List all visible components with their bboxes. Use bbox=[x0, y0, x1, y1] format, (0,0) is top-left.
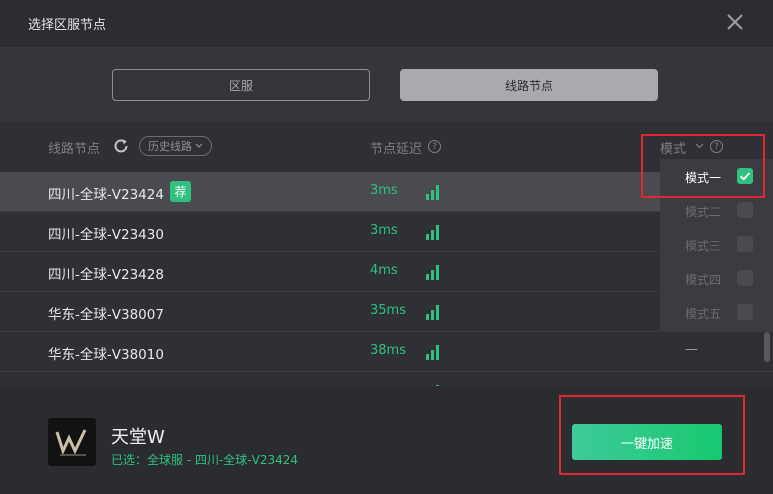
mode-option-label: 模式一 bbox=[685, 171, 722, 185]
mode-checkbox[interactable] bbox=[737, 236, 753, 252]
node-name: 华东-全球-V38007 bbox=[48, 307, 164, 323]
signal-strength-icon bbox=[426, 225, 439, 240]
latency-help-icon[interactable]: ? bbox=[428, 140, 441, 153]
mode-option-2[interactable]: 模式二 bbox=[660, 193, 773, 227]
node-latency: 4ms bbox=[370, 263, 398, 278]
table-row[interactable]: 四川-全球-V23428 4ms bbox=[0, 252, 773, 292]
mode-option-5[interactable]: 模式五 bbox=[660, 295, 773, 329]
refresh-icon[interactable] bbox=[112, 137, 130, 155]
mode-checkbox[interactable] bbox=[737, 202, 753, 218]
game-logo-icon bbox=[48, 418, 96, 466]
mode-checkbox[interactable] bbox=[737, 304, 753, 320]
node-name: 四川-全球-V23424 bbox=[48, 187, 164, 203]
table-row[interactable]: 华东-全球-V38007 35ms bbox=[0, 292, 773, 332]
node-latency: 38ms bbox=[370, 343, 406, 358]
node-latency: 3ms bbox=[370, 223, 398, 238]
mode-option-1[interactable]: 模式一 bbox=[660, 159, 773, 193]
node-latency: 35ms bbox=[370, 303, 406, 318]
signal-strength-icon bbox=[426, 345, 439, 360]
node-latency: 3ms bbox=[370, 183, 398, 198]
table-row[interactable] bbox=[0, 372, 773, 386]
tab-bar: 区服 线路节点 bbox=[0, 48, 773, 122]
node-column-header: 线路节点 bbox=[48, 142, 101, 157]
scrollbar-thumb[interactable] bbox=[764, 332, 770, 362]
mode-checkbox[interactable] bbox=[737, 168, 753, 184]
mode-option-3[interactable]: 模式三 bbox=[660, 227, 773, 261]
mode-option-label: 模式三 bbox=[685, 239, 722, 253]
title-bar: 选择区服节点 bbox=[0, 0, 773, 48]
history-lines-dropdown[interactable]: 历史线路 bbox=[139, 136, 212, 156]
signal-strength-icon bbox=[426, 185, 439, 200]
tab-line-node[interactable]: 线路节点 bbox=[400, 69, 658, 101]
signal-strength-icon bbox=[426, 265, 439, 280]
list-header: 线路节点 历史线路 节点延迟 ? 模式 ? bbox=[0, 122, 773, 172]
mode-dropdown-menu: 模式一 模式二 模式三 模式四 模式五 bbox=[660, 159, 773, 331]
node-name: 四川-全球-V23430 bbox=[48, 227, 164, 243]
chevron-down-icon bbox=[195, 143, 203, 148]
close-icon[interactable] bbox=[724, 11, 746, 33]
mode-option-4[interactable]: 模式四 bbox=[660, 261, 773, 295]
one-click-accelerate-button[interactable]: 一键加速 bbox=[572, 424, 722, 460]
mode-chevron-down-icon[interactable] bbox=[695, 143, 704, 149]
history-lines-label: 历史线路 bbox=[148, 140, 192, 153]
mode-option-label: 模式二 bbox=[685, 205, 722, 219]
node-mode-value: — bbox=[685, 342, 698, 357]
dialog-title: 选择区服节点 bbox=[28, 18, 107, 33]
mode-option-label: 模式四 bbox=[685, 273, 722, 287]
table-row[interactable]: 四川-全球-V23430 3ms bbox=[0, 212, 773, 252]
tab-region[interactable]: 区服 bbox=[112, 69, 370, 101]
latency-column-header: 节点延迟 bbox=[370, 142, 423, 157]
game-name: 天堂W bbox=[111, 427, 165, 448]
selected-node-text: 已选：全球服 - 四川-全球-V23424 bbox=[111, 453, 299, 467]
mode-column-header[interactable]: 模式 bbox=[660, 138, 686, 157]
signal-strength-icon bbox=[426, 305, 439, 320]
check-icon bbox=[739, 172, 751, 181]
node-name: 四川-全球-V23428 bbox=[48, 267, 164, 283]
table-row[interactable]: 华东-全球-V38010 38ms — bbox=[0, 332, 773, 372]
footer-bar: 天堂W 已选：全球服 - 四川-全球-V23424 一键加速 bbox=[0, 386, 773, 494]
mode-help-icon[interactable]: ? bbox=[710, 140, 723, 153]
mode-checkbox[interactable] bbox=[737, 270, 753, 286]
node-list: 线路节点 历史线路 节点延迟 ? 模式 ? 四川-全球-V23424 荐 3ms… bbox=[0, 122, 773, 386]
recommended-badge: 荐 bbox=[170, 181, 191, 202]
mode-option-label: 模式五 bbox=[685, 307, 722, 321]
node-name: 华东-全球-V38010 bbox=[48, 347, 164, 363]
game-logo bbox=[48, 418, 96, 466]
table-row[interactable]: 四川-全球-V23424 荐 3ms bbox=[0, 172, 773, 212]
